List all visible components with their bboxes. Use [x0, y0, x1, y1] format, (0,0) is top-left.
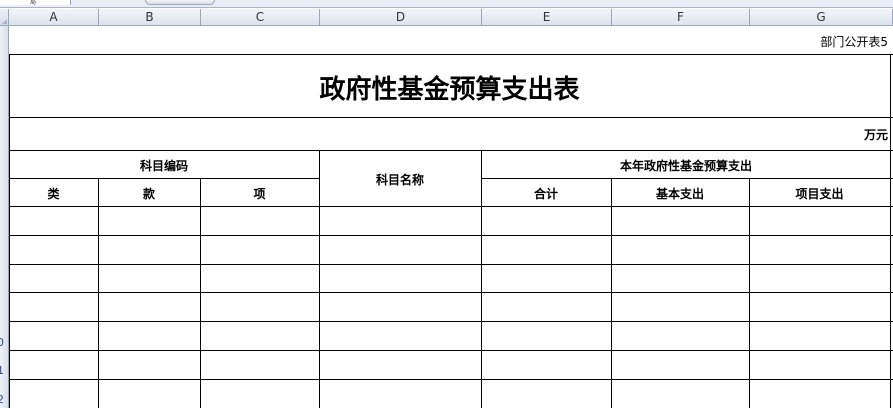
row-header-strip[interactable]: 0 1 2: [0, 26, 9, 408]
border-line: [611, 178, 612, 408]
border-line: [9, 321, 893, 322]
border-line: [9, 54, 10, 408]
border-line: [319, 150, 320, 408]
border-line: [200, 178, 201, 408]
header-project-expense: 项目支出: [795, 187, 844, 201]
header-budget-expense: 本年政府性基金预算支出: [619, 159, 752, 173]
column-header-a[interactable]: A: [9, 9, 99, 26]
border-line: [9, 150, 893, 151]
select-all-triangle-icon: [2, 19, 7, 24]
border-line: [9, 117, 893, 118]
column-header-label: F: [677, 10, 684, 24]
header-subject-code: 科目编码: [139, 159, 188, 173]
form-number: 部门公开表5: [820, 35, 888, 49]
column-header-label: A: [49, 10, 58, 24]
row-number[interactable]: 1: [0, 365, 8, 377]
column-header-b[interactable]: B: [99, 9, 201, 26]
border-line: [9, 206, 893, 207]
border-line: [9, 379, 893, 380]
column-header-g[interactable]: G: [750, 9, 893, 26]
column-header-c[interactable]: C: [201, 9, 320, 26]
header-section: 款: [142, 187, 155, 201]
column-header-label: B: [145, 10, 154, 24]
header-basic-expense: 基本支出: [655, 187, 704, 201]
border-line: [9, 264, 893, 265]
border-line: [9, 235, 893, 236]
border-line: [9, 350, 893, 351]
select-all-corner[interactable]: [0, 9, 9, 26]
page-title: 政府性基金预算支出表: [319, 75, 580, 105]
column-header-label: G: [816, 10, 826, 24]
border-line: [749, 178, 750, 408]
header-item: 项: [253, 187, 266, 201]
column-header-f[interactable]: F: [612, 9, 750, 26]
border-line: [9, 292, 893, 293]
unit-label: 万元: [863, 128, 888, 142]
column-header-d[interactable]: D: [320, 9, 482, 26]
sheet-tab-label: 局: [30, 0, 37, 5]
sheet-tab-strip: 局: [0, 0, 893, 8]
header-total: 合计: [533, 187, 558, 201]
column-header-label: D: [395, 10, 406, 24]
sheet-tab[interactable]: 局: [0, 0, 71, 5]
header-subject-name: 科目名称: [375, 173, 424, 187]
worksheet-grid[interactable]: 部门公开表5 政府性基金预算支出表 万元 科目编码 类 款 项 科目名称 本年政…: [9, 26, 893, 408]
sheet-tab-scroll[interactable]: [145, 0, 215, 5]
border-line: [98, 178, 99, 408]
column-header-label: E: [542, 10, 551, 24]
border-line: [9, 54, 893, 55]
header-category: 类: [47, 187, 60, 201]
row-number[interactable]: 2: [0, 394, 8, 406]
row-number[interactable]: 0: [0, 337, 8, 349]
border-line: [9, 178, 320, 179]
column-header-label: C: [255, 10, 265, 24]
border-line: [481, 178, 893, 179]
column-header-e[interactable]: E: [482, 9, 612, 26]
border-line: [890, 54, 891, 408]
